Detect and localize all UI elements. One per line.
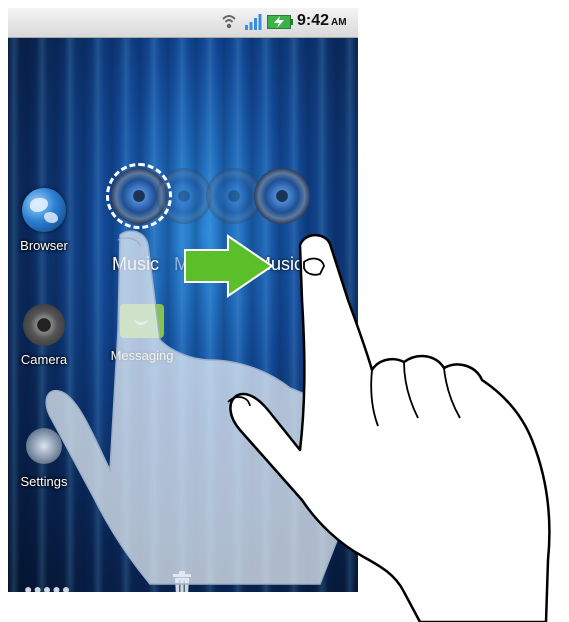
- music-ghost-label: Music: [174, 254, 222, 274]
- app-drawer-dots-icon[interactable]: ●●●●●: [24, 581, 71, 592]
- battery-charging-icon: [267, 15, 293, 29]
- home-wallpaper: Browser Camera Settings Messaging Music …: [8, 38, 358, 592]
- app-messaging-label: Messaging: [110, 348, 174, 363]
- app-settings-label: Settings: [20, 474, 68, 489]
- app-browser[interactable]: Browser: [14, 188, 74, 253]
- messaging-icon: [120, 304, 164, 338]
- drag-selection-ring: [106, 163, 172, 229]
- app-camera-label: Camera: [20, 352, 68, 367]
- app-settings[interactable]: Settings: [16, 428, 72, 489]
- globe-icon: [22, 188, 66, 232]
- app-camera[interactable]: Camera: [12, 304, 76, 367]
- camera-icon: [23, 304, 65, 346]
- clock: 9:42 AM: [297, 12, 347, 30]
- phone-screen: 9:42 AM Browser Camera Settings Messaging: [8, 8, 358, 592]
- signal-icon: [245, 14, 262, 30]
- gear-icon: [26, 428, 62, 464]
- app-messaging[interactable]: Messaging: [102, 304, 182, 363]
- wifi-icon: [222, 15, 236, 29]
- speaker-destination-icon: [254, 168, 310, 224]
- music-label: Music: [112, 254, 160, 274]
- clock-time: 9:42: [297, 12, 330, 29]
- trash-icon[interactable]: [172, 571, 192, 592]
- music-destination-label: Music: [256, 254, 304, 274]
- app-browser-label: Browser: [20, 238, 68, 253]
- status-bar: 9:42 AM: [8, 8, 358, 38]
- clock-ampm: AM: [331, 17, 347, 28]
